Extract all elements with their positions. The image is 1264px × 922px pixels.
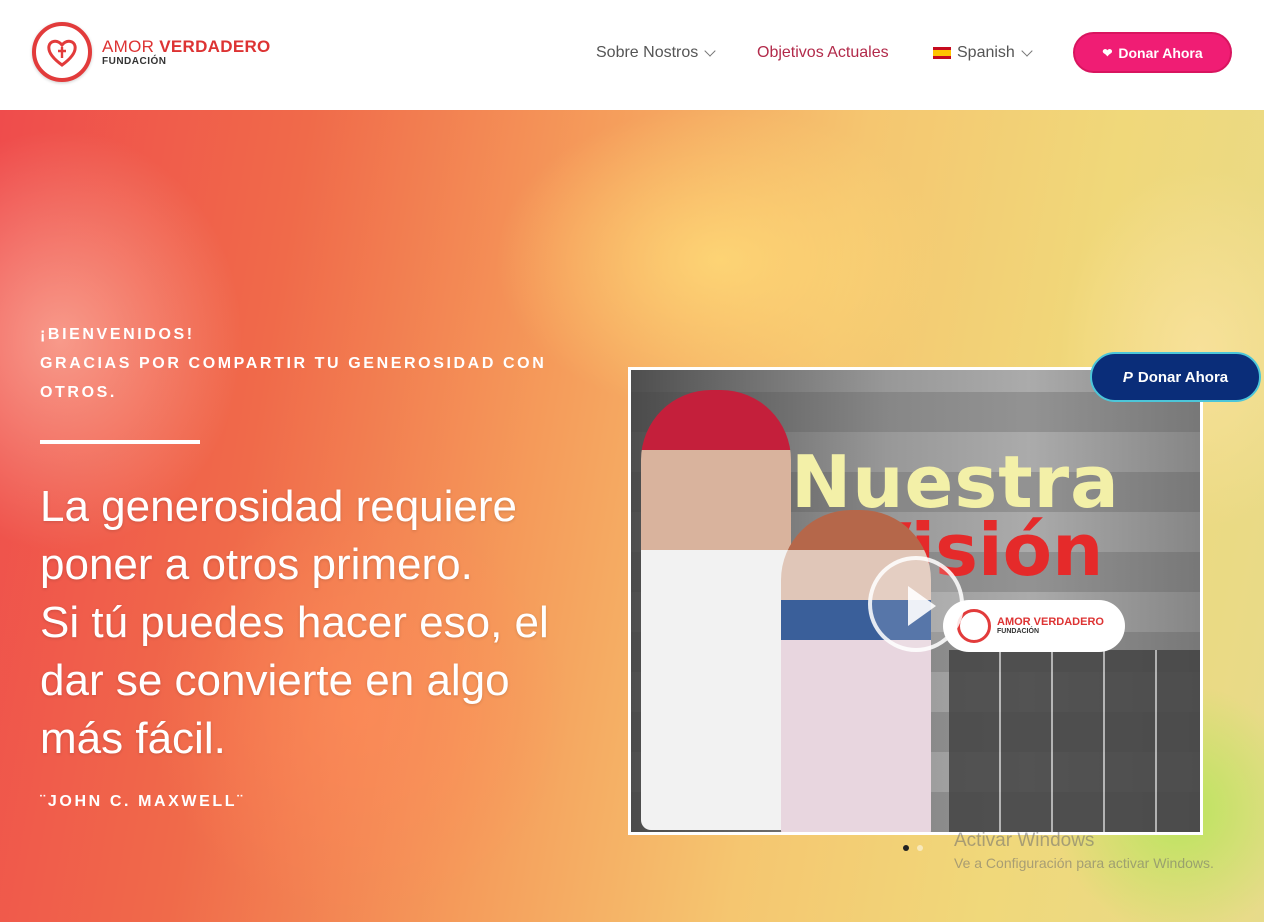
paypal-donate-label: Donar Ahora	[1137, 368, 1229, 386]
paypal-icon: P	[1122, 368, 1133, 386]
language-selector[interactable]: Spanish	[933, 44, 1033, 62]
quote-line: Si tú puedes hacer eso, el dar se convie…	[40, 598, 549, 763]
person-figure	[641, 390, 791, 830]
video-logo-title: AMOR VERDADERO	[997, 616, 1104, 628]
logo-subtitle: FUNDACIÓN	[102, 55, 167, 67]
spain-flag-icon	[933, 47, 951, 59]
chevron-down-icon	[1021, 44, 1033, 57]
play-icon[interactable]	[868, 556, 964, 652]
quote-line: La generosidad requiere poner a otros pr…	[40, 482, 518, 589]
paypal-donate-button[interactable]: P Donar Ahora	[1090, 352, 1261, 402]
language-label: Spanish	[957, 44, 1015, 61]
donate-button-label: Donar Ahora	[1118, 44, 1203, 61]
welcome-heading: ¡BIENVENIDOS!	[40, 326, 195, 343]
site-header: AMOR VERDADERO FUNDACIÓN Sobre Nostros O…	[0, 0, 1264, 110]
nav-item-sobre-nostros[interactable]: Sobre Nostros	[596, 44, 716, 62]
photo-collage	[949, 650, 1200, 832]
nav-item-objetivos-actuales[interactable]: Objetivos Actuales	[757, 44, 889, 62]
nav-item-label: Objetivos Actuales	[757, 44, 889, 61]
hero-quote: La generosidad requiere poner a otros pr…	[40, 478, 600, 768]
chevron-down-icon	[704, 44, 716, 57]
donate-hand-icon: ❤	[1102, 45, 1113, 60]
video-logo-subtitle: FUNDACIÓN	[997, 628, 1039, 635]
site-logo[interactable]: AMOR VERDADERO FUNDACIÓN	[32, 22, 271, 82]
video-logo: AMOR VERDADERO FUNDACIÓN	[943, 600, 1125, 652]
welcome-subheading: GRACIAS POR COMPARTIR TU GENEROSIDAD CON…	[40, 355, 547, 401]
watermark-title: Activar Windows	[954, 830, 1095, 851]
heart-cross-icon	[32, 22, 92, 82]
quote-author: ¨JOHN C. MAXWELL¨	[40, 793, 246, 810]
welcome-text: ¡BIENVENIDOS! GRACIAS POR COMPARTIR TU G…	[40, 320, 560, 407]
donate-button[interactable]: ❤ Donar Ahora	[1073, 32, 1232, 73]
hero-section: ¡BIENVENIDOS! GRACIAS POR COMPARTIR TU G…	[0, 110, 1264, 922]
slider-dots	[903, 845, 923, 851]
slider-dot[interactable]	[903, 845, 909, 851]
hero-divider	[40, 440, 200, 444]
watermark-subtitle: Ve a Configuración para activar Windows.	[954, 855, 1214, 871]
slider-dot[interactable]	[917, 845, 923, 851]
vision-video[interactable]: Nuestra Visión AMOR VERDADERO FUNDACIÓN	[628, 367, 1203, 835]
windows-activation-watermark: Activar Windows Ve a Configuración para …	[954, 830, 1214, 871]
nav-item-label: Sobre Nostros	[596, 44, 699, 61]
logo-title: AMOR VERDADERO	[102, 36, 271, 56]
